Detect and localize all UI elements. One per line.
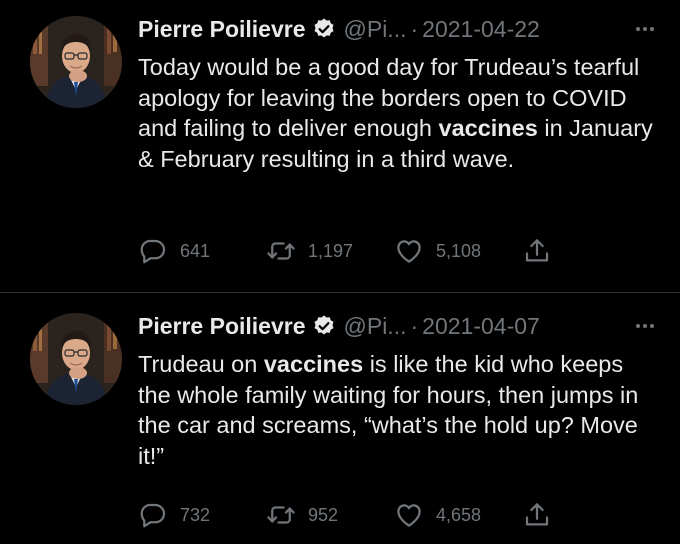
tweet-content: Pierre Poilievre @Pi... · 2021-04-07 Tru… [138,309,658,471]
tweet-text: Today would be a good day for Trudeau’s … [138,52,658,174]
tweet-date[interactable]: 2021-04-07 [422,313,540,340]
reply-count: 641 [180,240,211,261]
tweet-content: Pierre Poilievre @Pi... · 2021-04-22 Tod… [138,12,658,174]
like-count: 4,658 [436,504,482,525]
avatar[interactable] [30,313,122,405]
tweet-header: Pierre Poilievre @Pi... · 2021-04-22 [138,12,658,46]
avatar-image [30,16,122,108]
tweet-text-keyword: vaccines [438,115,538,141]
author-name[interactable]: Pierre Poilievre [138,16,306,43]
tweet-actions: 732 952 4,658 [138,500,552,530]
like-count: 5,108 [436,240,482,261]
separator-dot: · [410,15,419,42]
like-icon [397,240,421,263]
more-dots-icon[interactable] [636,27,654,31]
share-button[interactable] [522,500,552,530]
share-button[interactable] [522,236,552,266]
verified-badge-icon [314,315,333,335]
share-icon [525,503,549,526]
more-dots-icon[interactable] [636,324,654,328]
reply-icon [140,239,166,264]
reply-button[interactable]: 641 [138,236,266,266]
retweet-icon [267,506,295,524]
avatar-image [30,313,122,405]
retweet-icon [267,242,295,260]
tweet-text-keyword: vaccines [263,351,364,377]
author-handle[interactable]: @Pi... [344,313,407,340]
retweet-button[interactable]: 952 [266,500,394,530]
reply-icon [140,503,166,528]
tweet-text: Trudeau on vaccines is like the kid who … [138,349,658,471]
like-icon [397,504,421,527]
author-handle[interactable]: @Pi... [344,16,407,43]
share-icon [525,239,549,262]
tweet-header: Pierre Poilievre @Pi... · 2021-04-07 [138,309,658,343]
retweet-count: 1,197 [308,240,354,261]
tweet-feed: Pierre Poilievre @Pi... · 2021-04-22 Tod… [0,0,680,544]
retweet-count: 952 [308,504,339,525]
tweet-text-part: Trudeau on [138,351,264,377]
avatar[interactable] [30,16,122,108]
separator-dot: · [410,312,419,339]
tweet[interactable]: Pierre Poilievre @Pi... · 2021-04-22 Tod… [0,0,680,292]
retweet-button[interactable]: 1,197 [266,236,394,266]
verified-badge-icon [314,18,333,38]
like-button[interactable]: 4,658 [394,500,522,530]
tweet-actions: 641 1,197 5,108 [138,236,552,266]
tweet[interactable]: Pierre Poilievre @Pi... · 2021-04-07 Tru… [0,293,680,544]
reply-count: 732 [180,504,211,525]
like-button[interactable]: 5,108 [394,236,522,266]
reply-button[interactable]: 732 [138,500,266,530]
author-name[interactable]: Pierre Poilievre [138,313,306,340]
tweet-date[interactable]: 2021-04-22 [422,16,540,43]
